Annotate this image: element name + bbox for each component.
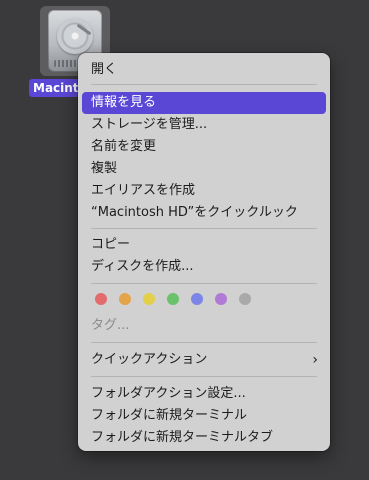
menu-separator [91, 84, 317, 85]
tag-green-dot[interactable] [167, 293, 179, 305]
tag-colors [95, 293, 265, 307]
chevron-right-icon: › [312, 352, 318, 368]
context-menu: 開く 情報を見る ストレージを管理... 名前を変更 複製 エイリアスを作成 “… [78, 53, 330, 451]
tag-purple-dot[interactable] [215, 293, 227, 305]
tag-gray-dot[interactable] [239, 293, 251, 305]
menu-item-duplicate[interactable]: 複製 [82, 158, 326, 180]
menu-item-open[interactable]: 開く [82, 59, 326, 81]
menu-item-create-disk-image[interactable]: ディスクを作成... [82, 256, 326, 278]
menu-separator [91, 228, 317, 229]
menu-item-quick-actions[interactable]: クイックアクション › [82, 349, 326, 371]
tag-blue-dot[interactable] [191, 293, 203, 305]
tag-red-dot[interactable] [95, 293, 107, 305]
menu-item-get-info[interactable]: 情報を見る [82, 92, 326, 114]
tag-yellow-dot[interactable] [143, 293, 155, 305]
menu-separator [91, 283, 317, 284]
menu-item-folder-actions[interactable]: フォルダアクション設定... [82, 383, 326, 405]
menu-item-new-terminal[interactable]: フォルダに新規ターミナル [82, 405, 326, 427]
tag-orange-dot[interactable] [119, 293, 131, 305]
menu-item-new-terminal-tab[interactable]: フォルダに新規ターミナルタブ [82, 427, 326, 449]
menu-item-quick-look[interactable]: “Macintosh HD”をクイックルック [82, 202, 326, 224]
menu-item-tags[interactable]: タグ... [82, 315, 326, 337]
menu-item-quick-actions-label: クイックアクション [91, 352, 208, 367]
menu-item-rename[interactable]: 名前を変更 [82, 136, 326, 158]
menu-item-make-alias[interactable]: エイリアスを作成 [82, 180, 326, 202]
menu-item-manage-storage[interactable]: ストレージを管理... [82, 114, 326, 136]
menu-separator [91, 342, 317, 343]
menu-separator [91, 376, 317, 377]
menu-item-copy[interactable]: コピー [82, 234, 326, 256]
